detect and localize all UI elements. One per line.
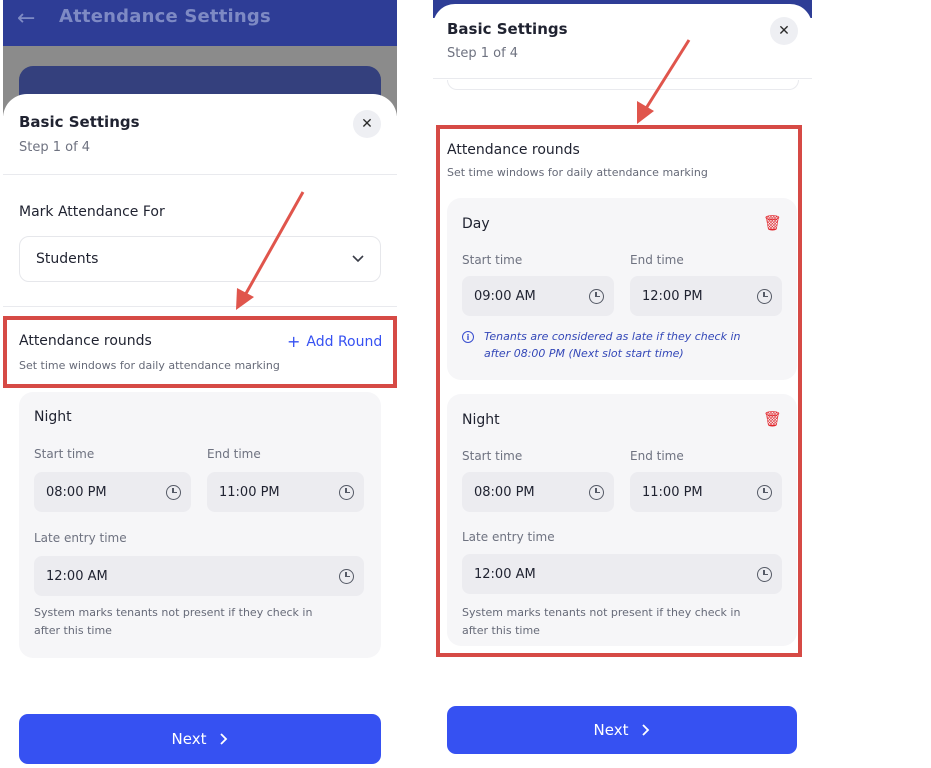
annotation-arrow (637, 39, 691, 124)
